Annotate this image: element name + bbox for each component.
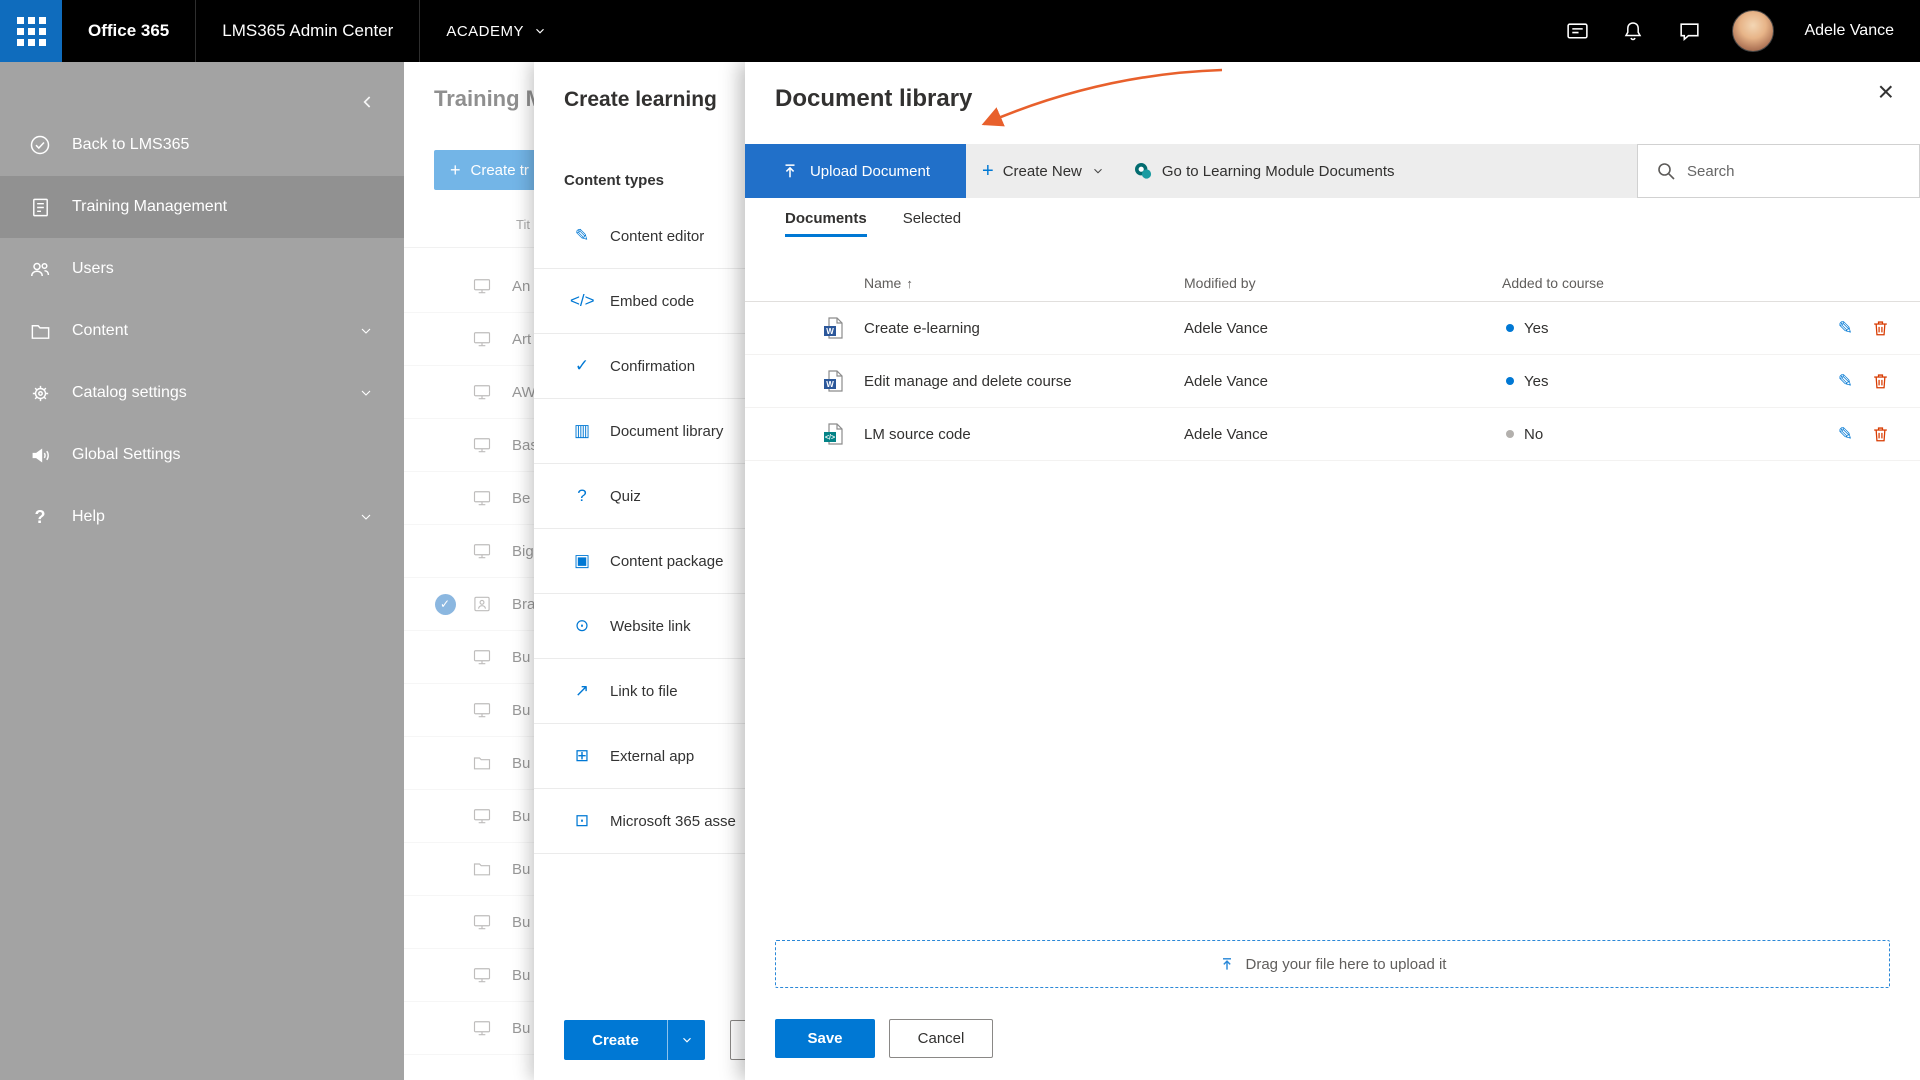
embed-code-icon: </>	[570, 291, 594, 311]
quiz-icon: ?	[570, 486, 594, 506]
delete-trash-icon[interactable]	[1871, 371, 1890, 391]
document-modified-by: Adele Vance	[1184, 426, 1502, 443]
chevron-down-icon	[680, 1033, 694, 1047]
create-button-dropdown[interactable]	[668, 1020, 705, 1060]
screen: Office 365 LMS365 Admin Center ACADEMY A…	[0, 0, 1920, 1080]
office-365-brand[interactable]: Office 365	[62, 0, 195, 62]
svg-text:W: W	[826, 327, 834, 336]
plus-icon: +	[982, 161, 994, 181]
tab-selected[interactable]: Selected	[903, 210, 961, 237]
source-file-icon: </>	[823, 423, 844, 445]
status-text: No	[1524, 426, 1543, 443]
create-split-button: Create	[564, 1020, 705, 1060]
learning-module-documents-icon	[1133, 161, 1153, 181]
tenant-name: ACADEMY	[446, 23, 524, 40]
chevron-down-icon	[533, 24, 547, 38]
chevron-down-icon	[1091, 164, 1105, 178]
status-text: Yes	[1524, 320, 1548, 337]
edit-pencil-icon[interactable]: ✎	[1838, 319, 1853, 337]
document-library-panel: Document library × Upload Document + Cre…	[745, 62, 1920, 1080]
edit-pencil-icon[interactable]: ✎	[1838, 372, 1853, 390]
link-to-file-icon: ↗	[570, 681, 594, 701]
tab-documents[interactable]: Documents	[785, 210, 867, 237]
upload-document-button[interactable]: Upload Document	[745, 144, 966, 198]
user-avatar[interactable]	[1732, 10, 1774, 52]
topbar-right: Adele Vance	[1564, 10, 1920, 52]
word-file-icon: W	[823, 317, 844, 339]
status-dot	[1506, 377, 1514, 385]
waffle-icon	[17, 17, 46, 46]
delete-trash-icon[interactable]	[1871, 424, 1890, 444]
cancel-button[interactable]: Cancel	[889, 1019, 993, 1058]
content-editor-icon: ✎	[570, 226, 594, 246]
status-text: Yes	[1524, 373, 1548, 390]
chat-icon	[1565, 19, 1590, 44]
command-bar-middle: + Create New Go to Learning Module Docum…	[966, 144, 1637, 198]
document-library-icon: ▥	[570, 421, 594, 441]
panel-title: Create learning	[564, 88, 717, 112]
delete-trash-icon[interactable]	[1871, 318, 1890, 338]
added-to-course-status: No	[1502, 426, 1770, 443]
status-dot	[1506, 324, 1514, 332]
edit-pencil-icon[interactable]: ✎	[1838, 425, 1853, 443]
website-link-icon: ⊙	[570, 616, 594, 636]
sort-ascending-icon: ↑	[906, 276, 913, 291]
added-to-course-status: Yes	[1502, 373, 1770, 390]
added-to-course-column-header[interactable]: Added to course	[1502, 275, 1770, 291]
document-modified-by: Adele Vance	[1184, 320, 1502, 337]
file-dropzone[interactable]: Drag your file here to upload it	[775, 940, 1890, 988]
app-launcher-button[interactable]	[0, 0, 62, 62]
search-input[interactable]	[1687, 163, 1887, 180]
documents-table-body: W </> Create e-learning Adele Vance Yes …	[745, 302, 1920, 461]
document-name[interactable]: LM source code	[864, 426, 1184, 443]
user-name[interactable]: Adele Vance	[1804, 22, 1894, 40]
topbar: Office 365 LMS365 Admin Center ACADEMY A…	[0, 0, 1920, 62]
search-icon	[1656, 161, 1676, 181]
document-name[interactable]: Create e-learning	[864, 320, 1184, 337]
search-box	[1637, 144, 1920, 198]
document-row[interactable]: W </> Create e-learning Adele Vance Yes …	[745, 302, 1920, 355]
feedback-button[interactable]	[1676, 18, 1702, 44]
status-dot	[1506, 430, 1514, 438]
dropzone-label: Drag your file here to upload it	[1246, 956, 1447, 973]
command-bar: Upload Document + Create New Go to Learn…	[745, 144, 1920, 198]
documents-table-header: Name↑ Modified by Added to course	[745, 264, 1920, 302]
go-to-learning-module-documents-button[interactable]: Go to Learning Module Documents	[1133, 161, 1395, 181]
upload-icon	[1219, 956, 1235, 972]
close-button[interactable]: ×	[1878, 78, 1894, 106]
document-row[interactable]: W </> LM source code Adele Vance No ✎	[745, 408, 1920, 461]
document-row[interactable]: W </> Edit manage and delete course Adel…	[745, 355, 1920, 408]
tabs: Documents Selected	[785, 210, 961, 237]
chat-button[interactable]	[1564, 18, 1590, 44]
word-file-icon: W	[823, 370, 844, 392]
external-app-icon: ⊞	[570, 746, 594, 766]
panel-title: Document library	[775, 85, 972, 113]
bell-icon	[1621, 19, 1645, 43]
content-package-icon: ▣	[570, 551, 594, 571]
save-button[interactable]: Save	[775, 1019, 875, 1058]
modified-by-column-header[interactable]: Modified by	[1184, 275, 1502, 291]
create-new-button[interactable]: + Create New	[982, 161, 1105, 181]
content-types-header: Content types	[564, 172, 664, 189]
document-modified-by: Adele Vance	[1184, 373, 1502, 390]
tenant-selector[interactable]: ACADEMY	[420, 0, 573, 62]
create-button[interactable]: Create	[564, 1020, 668, 1060]
feedback-icon	[1677, 19, 1702, 44]
svg-text:</>: </>	[825, 435, 835, 442]
added-to-course-status: Yes	[1502, 320, 1770, 337]
microsoft-365-assets-icon: ⊡	[570, 811, 594, 831]
notifications-button[interactable]	[1620, 18, 1646, 44]
document-name[interactable]: Edit manage and delete course	[864, 373, 1184, 390]
confirmation-icon: ✓	[570, 356, 594, 376]
upload-icon	[781, 162, 799, 180]
svg-text:W: W	[826, 380, 834, 389]
admin-center-title[interactable]: LMS365 Admin Center	[196, 0, 419, 62]
name-column-header[interactable]: Name↑	[864, 275, 1184, 291]
